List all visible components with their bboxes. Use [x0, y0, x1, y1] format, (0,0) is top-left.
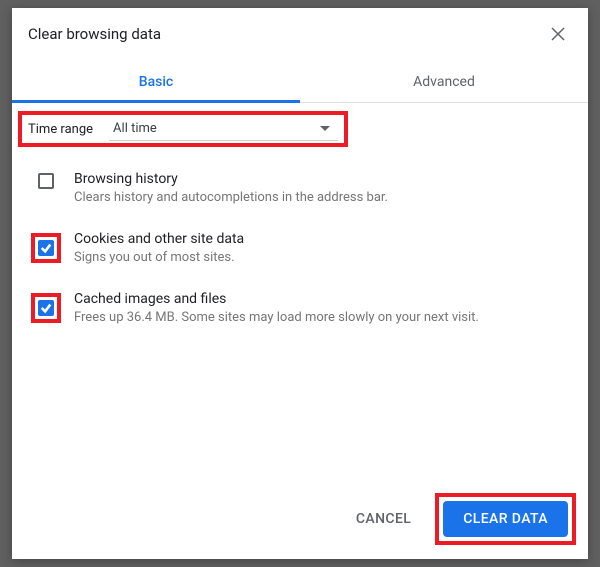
tabs-bar: Basic Advanced: [12, 60, 588, 103]
cache-desc: Frees up 36.4 MB. Some sites may load mo…: [74, 309, 572, 327]
option-text: Cookies and other site data Signs you ou…: [64, 231, 572, 267]
clear-data-button[interactable]: CLEAR DATA: [443, 501, 568, 537]
browsing-history-checkbox[interactable]: [38, 173, 54, 189]
time-range-label: Time range: [28, 122, 93, 137]
browsing-history-desc: Clears history and autocompletions in th…: [74, 189, 572, 207]
time-range-select[interactable]: All time: [109, 117, 338, 141]
time-range-value: All time: [113, 121, 157, 136]
dialog-title: Clear browsing data: [28, 25, 161, 43]
cookies-title: Cookies and other site data: [74, 231, 572, 247]
highlight-box: CLEAR DATA: [435, 493, 576, 545]
dialog-header: Clear browsing data: [12, 8, 588, 52]
close-icon: [551, 27, 565, 41]
option-browsing-history: Browsing history Clears history and auto…: [12, 163, 588, 215]
close-button[interactable]: [548, 24, 568, 44]
checkbox-wrap: [28, 291, 64, 323]
check-icon: [40, 242, 52, 254]
chevron-down-icon: [320, 126, 330, 131]
checkbox-wrap: [28, 231, 64, 263]
cache-checkbox[interactable]: [38, 300, 54, 316]
cache-title: Cached images and files: [74, 291, 572, 307]
checkbox-wrap: [28, 171, 64, 189]
option-text: Cached images and files Frees up 36.4 MB…: [64, 291, 572, 327]
cookies-desc: Signs you out of most sites.: [74, 249, 572, 267]
time-range-row: Time range All time: [18, 111, 348, 147]
option-text: Browsing history Clears history and auto…: [64, 171, 572, 207]
dialog-content: Time range All time Browsing history Cle…: [12, 103, 588, 479]
clear-browsing-data-dialog: Clear browsing data Basic Advanced Time …: [12, 8, 588, 559]
option-cache: Cached images and files Frees up 36.4 MB…: [12, 283, 588, 335]
highlight-box: [31, 293, 61, 323]
dialog-footer: CANCEL CLEAR DATA: [12, 479, 588, 559]
tab-advanced[interactable]: Advanced: [300, 60, 588, 102]
cancel-button[interactable]: CANCEL: [338, 501, 429, 537]
browsing-history-title: Browsing history: [74, 171, 572, 187]
check-icon: [40, 302, 52, 314]
option-cookies: Cookies and other site data Signs you ou…: [12, 223, 588, 275]
cookies-checkbox[interactable]: [38, 240, 54, 256]
tab-basic[interactable]: Basic: [12, 60, 300, 102]
highlight-box: [31, 233, 61, 263]
